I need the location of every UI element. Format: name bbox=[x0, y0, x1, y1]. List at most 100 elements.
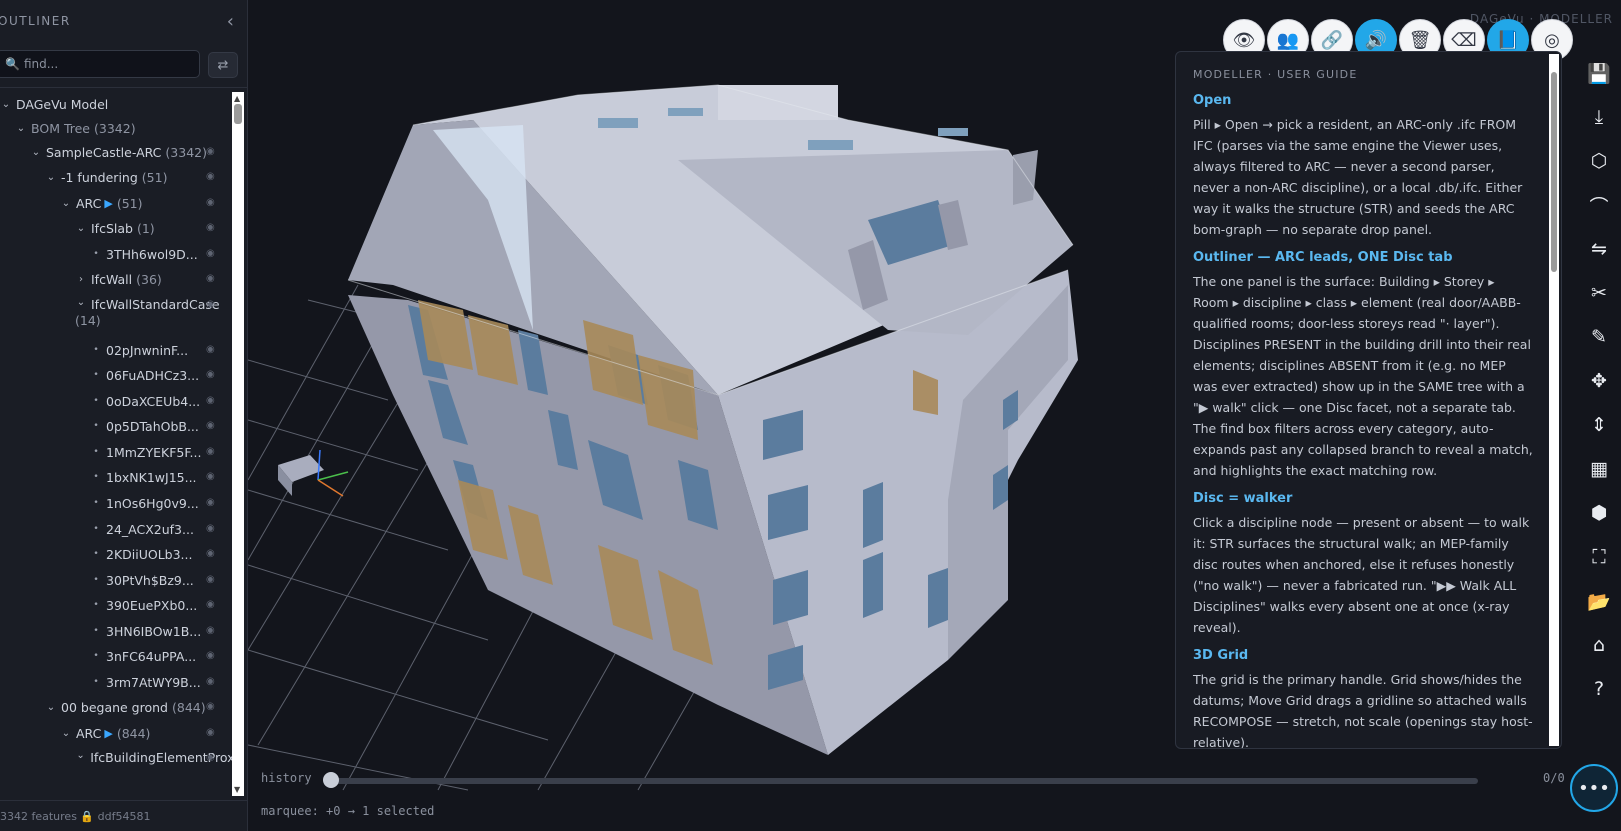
chevron-down-icon[interactable]: ⌄ bbox=[75, 297, 87, 308]
swap-icon[interactable]: ⇄ bbox=[208, 52, 238, 78]
download-button[interactable]: ⤓ bbox=[1577, 95, 1621, 139]
eye-icon[interactable]: ◉ bbox=[206, 727, 218, 739]
tree-row[interactable]: › IfcWall (36) ◉ bbox=[0, 267, 232, 291]
tree-row[interactable]: • 1nOs6Hg0v9... ◉ bbox=[0, 491, 232, 515]
chevron-down-icon[interactable]: ⌄ bbox=[60, 198, 72, 209]
eye-icon[interactable]: ◉ bbox=[206, 471, 218, 483]
eye-icon[interactable]: ◉ bbox=[206, 248, 218, 260]
tree-row[interactable]: • 02pJnwninF... ◉ bbox=[0, 338, 232, 362]
box-button[interactable]: ⬢ bbox=[1577, 491, 1621, 535]
guide-section-heading: Outliner — ARC leads, ONE Disc tab bbox=[1193, 250, 1453, 265]
eye-icon[interactable]: ◉ bbox=[206, 599, 218, 611]
eye-icon[interactable]: ◉ bbox=[206, 497, 218, 509]
tree-row[interactable]: • 3THh6wol9D... ◉ bbox=[0, 242, 232, 266]
chevron-left-icon[interactable]: ‹ bbox=[227, 11, 234, 32]
eye-icon[interactable]: ◉ bbox=[206, 625, 218, 637]
eye-icon[interactable]: ◉ bbox=[206, 395, 218, 407]
tree-row-count: (1) bbox=[136, 220, 155, 236]
play-icon[interactable]: ▶ bbox=[104, 197, 112, 210]
outliner-scrollbar[interactable]: ▲ ▼ bbox=[232, 92, 244, 796]
route-button[interactable]: ⇋ bbox=[1577, 227, 1621, 271]
tree-row[interactable]: ⌄ IfcWallStandardCase (14) ◉ bbox=[0, 293, 232, 333]
tree-row[interactable]: • 3HN6IBOw1B... ◉ bbox=[0, 619, 232, 643]
guide-scrollbar[interactable] bbox=[1549, 54, 1559, 746]
tree-row-label: DAGeVu Model bbox=[16, 96, 109, 112]
model-button[interactable]: ⬡ bbox=[1577, 139, 1621, 183]
chevron-right-icon[interactable]: › bbox=[75, 274, 87, 285]
tree-row[interactable]: ⌄ IfcSlab (1) ◉ bbox=[0, 216, 232, 240]
speaker-icon: 🔊 bbox=[1364, 29, 1388, 51]
eye-icon[interactable]: ◉ bbox=[206, 299, 218, 311]
axis-gizmo bbox=[278, 449, 349, 497]
find-input[interactable] bbox=[23, 57, 184, 71]
tree-row[interactable]: • 0p5DTahObB... ◉ bbox=[0, 414, 232, 438]
eye-icon[interactable]: ◉ bbox=[206, 222, 218, 234]
tree-row[interactable]: • 24_ACX2uf3... ◉ bbox=[0, 517, 232, 541]
chevron-down-icon[interactable]: ⌄ bbox=[60, 728, 72, 739]
eye-icon[interactable]: ◉ bbox=[206, 171, 218, 183]
eye-icon[interactable]: ◉ bbox=[206, 523, 218, 535]
history-slider[interactable] bbox=[333, 778, 1478, 784]
chevron-down-icon[interactable]: ⌄ bbox=[75, 750, 86, 761]
tree-row[interactable]: ⌄ IfcBuildingElementProxy ◉ bbox=[0, 746, 232, 786]
eye-icon[interactable]: ◉ bbox=[206, 344, 218, 356]
tree-row[interactable]: • 06FuADHCz3... ◉ bbox=[0, 363, 232, 387]
fullscreen-button[interactable]: ⛶ bbox=[1577, 535, 1621, 579]
tree-row[interactable]: • 3rm7AtWY9B... ◉ bbox=[0, 670, 232, 694]
chevron-down-icon[interactable]: ⌄ bbox=[0, 99, 12, 110]
tree-row[interactable]: • 2KDiiUOLb3... ◉ bbox=[0, 542, 232, 566]
tree-row[interactable]: ⌄ -1 fundering (51) ◉ bbox=[0, 165, 232, 189]
tree-row[interactable]: ⌄ BOM Tree (3342) bbox=[0, 116, 232, 140]
more-button[interactable]: ••• bbox=[1570, 764, 1618, 812]
edit-button[interactable]: ✎ bbox=[1577, 315, 1621, 359]
eye-icon[interactable]: ◉ bbox=[206, 752, 218, 764]
scroll-up-icon[interactable]: ▲ bbox=[234, 94, 240, 103]
chevron-down-icon[interactable]: ⌄ bbox=[45, 702, 57, 713]
tree-row[interactable]: • 390EuePXb0... ◉ bbox=[0, 593, 232, 617]
bullet-icon: • bbox=[93, 549, 99, 559]
eye-icon[interactable]: ◉ bbox=[206, 548, 218, 560]
grid-button[interactable]: ▦ bbox=[1577, 447, 1621, 491]
eye-icon[interactable]: ◉ bbox=[206, 701, 218, 713]
tree-row[interactable]: ⌄ 00 begane grond (844) ◉ bbox=[0, 695, 232, 719]
eye-icon[interactable]: ◉ bbox=[206, 676, 218, 688]
eye-icon[interactable]: ◉ bbox=[206, 197, 218, 209]
tree-row[interactable]: ⌄ ARC ▶ (51) ◉ bbox=[0, 191, 232, 215]
home-button[interactable]: ⌂ bbox=[1577, 623, 1621, 667]
tree-row[interactable]: • 30PtVh$Bz9... ◉ bbox=[0, 568, 232, 592]
bullet-icon: • bbox=[93, 472, 99, 482]
eye-icon[interactable]: ◉ bbox=[206, 574, 218, 586]
link-icon: 🔗 bbox=[1320, 29, 1344, 51]
tree-row[interactable]: • 0oDaXCEUb4... ◉ bbox=[0, 389, 232, 413]
tree-row[interactable]: ⌄ SampleCastle-ARC (3342) ◉ bbox=[0, 140, 232, 164]
scroll-down-icon[interactable]: ▼ bbox=[234, 785, 240, 794]
history-slider-knob[interactable] bbox=[323, 772, 339, 788]
save-button[interactable]: 💾 bbox=[1577, 51, 1621, 95]
cut-button[interactable]: ✂ bbox=[1577, 271, 1621, 315]
chevron-down-icon[interactable]: ⌄ bbox=[15, 123, 27, 134]
play-icon[interactable]: ▶ bbox=[104, 727, 112, 740]
eye-icon[interactable]: ◉ bbox=[206, 273, 218, 285]
tree-row[interactable]: ⌄ ARC ▶ (844) ◉ bbox=[0, 721, 232, 745]
guide-section-heading: 3D Grid bbox=[1193, 648, 1249, 663]
chevron-down-icon[interactable]: ⌄ bbox=[45, 172, 57, 183]
eye-icon[interactable]: ◉ bbox=[206, 446, 218, 458]
scroll-thumb[interactable] bbox=[234, 104, 242, 124]
eye-icon[interactable]: ◉ bbox=[206, 146, 218, 158]
tree-row-label: SampleCastle-ARC bbox=[46, 144, 162, 160]
tree-row[interactable]: • 1bxNK1wJ15... ◉ bbox=[0, 465, 232, 489]
chevron-down-icon[interactable]: ⌄ bbox=[75, 223, 87, 234]
open-folder-button[interactable]: 📂 bbox=[1577, 579, 1621, 623]
eye-icon[interactable]: ◉ bbox=[206, 650, 218, 662]
curve-button[interactable]: ⌒ bbox=[1577, 183, 1621, 227]
guide-scroll-thumb[interactable] bbox=[1551, 72, 1557, 272]
eye-icon[interactable]: ◉ bbox=[206, 420, 218, 432]
move-button[interactable]: ✥ bbox=[1577, 359, 1621, 403]
tree-row[interactable]: • 1MmZYEKF5F... ◉ bbox=[0, 440, 232, 464]
tree-row[interactable]: ⌄ DAGeVu Model bbox=[0, 92, 232, 116]
chevron-down-icon[interactable]: ⌄ bbox=[30, 147, 42, 158]
tree-row[interactable]: • 3nFC64uPPA... ◉ bbox=[0, 644, 232, 668]
help-button[interactable]: ? bbox=[1577, 667, 1621, 711]
vertical-move-button[interactable]: ⇕ bbox=[1577, 403, 1621, 447]
eye-icon[interactable]: ◉ bbox=[206, 369, 218, 381]
